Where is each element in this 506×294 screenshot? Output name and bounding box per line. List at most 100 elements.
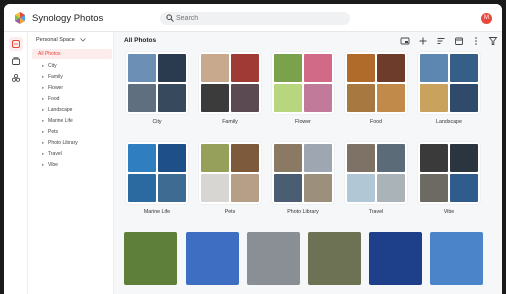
album-thumb — [420, 144, 448, 172]
album-thumb — [347, 84, 375, 112]
sidebar-item-label: Pets — [48, 129, 59, 135]
space-selector[interactable]: Personal Space — [36, 37, 75, 43]
sidebar-item-family[interactable]: ▸ Family — [42, 74, 63, 84]
album-thumb — [201, 174, 229, 202]
filter-icon[interactable] — [488, 36, 498, 46]
chevron-down-icon[interactable] — [80, 38, 86, 42]
album-card-family[interactable] — [199, 52, 261, 114]
album-thumb — [274, 84, 302, 112]
album-card-travel[interactable] — [345, 142, 407, 204]
album-card-food[interactable] — [345, 52, 407, 114]
search-bar[interactable] — [160, 12, 350, 25]
album-thumb — [450, 84, 478, 112]
photo-thumbnail[interactable] — [124, 232, 177, 285]
album-thumb — [450, 144, 478, 172]
photo-thumbnail[interactable] — [369, 232, 422, 285]
album-thumb — [304, 174, 332, 202]
app-title: Synology Photos — [32, 13, 104, 24]
photo-thumbnail[interactable] — [247, 232, 300, 285]
album-label: Landscape — [436, 119, 462, 125]
photos-icon — [12, 40, 20, 48]
sidebar-item-all-photos[interactable]: All Photos — [32, 49, 112, 59]
sidebar-item-label: Vibe — [48, 162, 58, 168]
album-card-marine-life[interactable] — [126, 142, 188, 204]
album-card-flower[interactable] — [272, 52, 334, 114]
sort-icon[interactable] — [436, 36, 446, 46]
page-title: All Photos — [124, 37, 157, 44]
left-rail — [4, 32, 28, 294]
shared-icon — [12, 74, 20, 82]
sidebar-item-label: Travel — [48, 151, 62, 157]
add-icon[interactable] — [418, 36, 428, 46]
album-thumb — [377, 84, 405, 112]
album-thumb — [231, 54, 259, 82]
album-card-photo-library[interactable] — [272, 142, 334, 204]
rail-shared-button[interactable] — [9, 71, 23, 85]
album-thumb — [201, 84, 229, 112]
sidebar-item-label: Landscape — [48, 107, 73, 113]
album-card-landscape[interactable] — [418, 52, 480, 114]
album-thumb — [274, 174, 302, 202]
album-thumb — [231, 174, 259, 202]
album-thumb — [231, 84, 259, 112]
album-thumb — [304, 54, 332, 82]
sidebar-item-city[interactable]: ▸ City — [42, 63, 57, 73]
album-thumb — [274, 144, 302, 172]
sidebar-item-vibe[interactable]: ▸ Vibe — [42, 162, 58, 172]
search-icon — [166, 14, 174, 22]
sidebar-item-label: Flower — [48, 85, 64, 91]
album-thumb — [347, 54, 375, 82]
album-label: City — [152, 119, 162, 125]
album-card-city[interactable] — [126, 52, 188, 114]
sidebar-item-pets[interactable]: ▸ Pets — [42, 129, 58, 139]
album-label: Flower — [295, 119, 311, 125]
album-label: Family — [222, 119, 238, 125]
search-input[interactable] — [176, 12, 341, 25]
sidebar-item-label: All Photos — [38, 51, 61, 57]
album-thumb — [128, 144, 156, 172]
album-thumb — [420, 174, 448, 202]
album-thumb — [158, 144, 186, 172]
avatar[interactable]: M — [481, 13, 492, 24]
rail-photos-button[interactable] — [9, 37, 23, 51]
album-thumb — [201, 144, 229, 172]
album-thumb — [304, 84, 332, 112]
album-thumb — [274, 54, 302, 82]
album-thumb — [450, 174, 478, 202]
sidebar-item-label: Photo Library — [48, 140, 78, 146]
album-thumb — [231, 144, 259, 172]
album-card-pets[interactable] — [199, 142, 261, 204]
album-card-vibe[interactable] — [418, 142, 480, 204]
photo-thumbnail[interactable] — [308, 232, 361, 285]
album-thumb — [201, 54, 229, 82]
more-icon[interactable] — [471, 36, 481, 46]
sidebar-item-marine-life[interactable]: ▸ Marine Life — [42, 118, 73, 128]
album-thumb — [158, 174, 186, 202]
album-thumb — [450, 54, 478, 82]
sidebar-item-flower[interactable]: ▸ Flower — [42, 85, 63, 95]
synology-photos-logo-icon — [15, 12, 25, 24]
album-thumb — [377, 54, 405, 82]
album-label: Vibe — [443, 209, 455, 215]
album-label: Food — [369, 119, 383, 125]
album-thumb — [347, 144, 375, 172]
album-thumb — [158, 84, 186, 112]
rail-albums-button[interactable] — [9, 54, 23, 68]
sidebar-item-label: Family — [48, 74, 63, 80]
album-icon — [12, 57, 20, 65]
sidebar: Personal Space All Photos ▸ City ▸ Family … — [28, 32, 114, 294]
sidebar-item-landscape[interactable]: ▸ Landscape — [42, 107, 72, 117]
photo-thumbnail[interactable] — [430, 232, 483, 285]
photo-thumbnail[interactable] — [186, 232, 239, 285]
album-label: Marine Life — [143, 209, 171, 215]
calendar-icon[interactable] — [454, 36, 464, 46]
album-thumb — [158, 54, 186, 82]
sidebar-item-food[interactable]: ▸ Food — [42, 96, 59, 106]
sidebar-item-photo-library[interactable]: ▸ Photo Library — [42, 140, 78, 150]
album-thumb — [304, 144, 332, 172]
sidebar-item-label: Food — [48, 96, 60, 102]
sidebar-item-travel[interactable]: ▸ Travel — [42, 151, 62, 161]
app-window: Synology Photos M — [4, 4, 502, 294]
album-label: Photo Library — [287, 209, 319, 215]
select-icon[interactable] — [400, 36, 410, 46]
